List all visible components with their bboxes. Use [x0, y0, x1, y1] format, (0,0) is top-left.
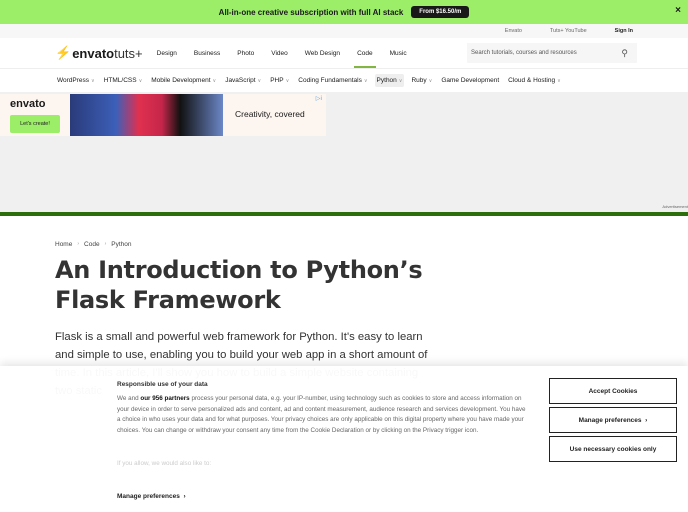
logo-sub: tuts+: [114, 45, 143, 61]
search-input[interactable]: Search tutorials, courses and resources ⚲: [467, 43, 637, 63]
ad-area: envato Let's create! Creativity, covered …: [0, 92, 688, 212]
promo-text: All-in-one creative subscription with fu…: [218, 7, 404, 17]
subnav-label: Python: [376, 77, 397, 84]
subnav-label: Coding Fundamentals: [298, 77, 362, 84]
divider: [0, 212, 688, 216]
crumb-home[interactable]: Home: [55, 241, 72, 248]
subnav-item[interactable]: Cloud & Hosting ∨: [506, 74, 563, 87]
manage-label: Manage preferences: [117, 493, 180, 500]
cookie-title: Responsible use of your data: [117, 381, 208, 388]
sign-in-link[interactable]: Sign In: [615, 28, 633, 34]
chevron-down-icon: ∨: [363, 78, 368, 84]
ad-banner[interactable]: envato Let's create! Creativity, covered …: [0, 94, 326, 136]
main-nav: Design Business Photo Video Web Design C…: [157, 38, 407, 68]
subnav-item[interactable]: Coding Fundamentals ∨: [296, 74, 369, 87]
page-title: An Introduction to Python’s Flask Framew…: [55, 256, 423, 314]
nav-code[interactable]: Code: [354, 38, 376, 68]
subnav-item[interactable]: Python ∨: [374, 74, 405, 87]
chevron-down-icon: ∨: [138, 78, 143, 84]
chevron-down-icon: ∨: [212, 78, 217, 84]
partners-link[interactable]: our 956 partners: [140, 395, 189, 402]
nav-photo[interactable]: Photo: [237, 38, 254, 68]
search-placeholder: Search tutorials, courses and resources: [471, 50, 577, 56]
ad-label: Advertisement: [662, 204, 688, 209]
close-icon[interactable]: ×: [675, 5, 681, 16]
chevron-right-icon: ›: [77, 241, 80, 247]
ad-brand: envato: [10, 98, 46, 110]
manage-preferences-link[interactable]: Manage preferences ›: [117, 493, 186, 500]
crumb-python[interactable]: Python: [111, 241, 131, 248]
subnav-label: WordPress: [57, 77, 90, 84]
ad-cta-button[interactable]: Let's create!: [10, 115, 60, 133]
ad-headline: Creativity, covered: [235, 109, 305, 119]
subnav-label: Ruby: [411, 77, 427, 84]
nav-design[interactable]: Design: [157, 38, 177, 68]
logo[interactable]: ⚡ envato tuts+: [55, 45, 143, 61]
logo-main: envato: [72, 45, 115, 61]
manage-btn-label: Manage preferences: [578, 416, 642, 424]
subnav-item[interactable]: HTML/CSS ∨: [102, 74, 145, 87]
chevron-right-icon: ›: [183, 493, 186, 500]
envato-link[interactable]: Envato: [505, 28, 522, 34]
sub-nav: WordPress ∨ HTML/CSS ∨ Mobile Development ∨ Ja…: [0, 69, 688, 92]
chevron-down-icon: ∨: [91, 78, 95, 84]
subnav-label: Game Development: [441, 77, 500, 84]
subnav-item[interactable]: Game Development: [439, 74, 501, 87]
adchoices-icon[interactable]: ▷ⅰ: [316, 95, 322, 102]
nav-video[interactable]: Video: [271, 38, 288, 68]
subnav-label: HTML/CSS: [103, 77, 137, 84]
chevron-down-icon: ∨: [398, 78, 403, 84]
necessary-cookies-button[interactable]: Use necessary cookies only: [549, 436, 677, 462]
chevron-right-icon: ›: [645, 416, 648, 424]
search-icon[interactable]: ⚲: [621, 48, 628, 59]
cookie-body-pre: We and: [117, 395, 141, 402]
chevron-down-icon: ∨: [428, 78, 433, 84]
subnav-item[interactable]: JavaScript ∨: [223, 74, 263, 87]
ad-image: [70, 94, 223, 136]
subnav-item[interactable]: Ruby ∨: [409, 74, 434, 87]
cookie-body: We and our 956 partners process your per…: [117, 394, 527, 437]
chevron-down-icon: ∨: [257, 78, 262, 84]
crumb-code[interactable]: Code: [84, 241, 100, 248]
subnav-label: Cloud & Hosting: [508, 77, 556, 84]
subnav-label: PHP: [270, 77, 284, 84]
nav-music[interactable]: Music: [390, 38, 407, 68]
chevron-down-icon: ∨: [557, 78, 561, 84]
subnav-item[interactable]: PHP ∨: [268, 74, 291, 87]
cookie-banner: Responsible use of your data We and our …: [0, 366, 688, 512]
nav-business[interactable]: Business: [194, 38, 220, 68]
main-header: ⚡ envato tuts+ Design Business Photo Video…: [0, 38, 688, 69]
accept-cookies-button[interactable]: Accept Cookies: [549, 378, 677, 404]
chevron-right-icon: ›: [104, 241, 107, 247]
youtube-link[interactable]: Tuts+ YouTube: [550, 28, 587, 34]
promo-banner: All-in-one creative subscription with fu…: [0, 0, 688, 24]
manage-preferences-button[interactable]: Manage preferences ›: [549, 407, 677, 433]
bolt-icon: ⚡: [55, 45, 72, 60]
utility-bar: Envato Tuts+ YouTube Sign In: [0, 24, 688, 38]
chevron-down-icon: ∨: [285, 78, 290, 84]
subnav-item[interactable]: Mobile Development ∨: [149, 74, 218, 87]
subnav-label: JavaScript: [225, 77, 256, 84]
cookie-also: If you allow, we would also like to:: [117, 460, 212, 467]
subnav-label: Mobile Development: [151, 77, 211, 84]
subnav-item[interactable]: WordPress ∨: [55, 74, 97, 87]
breadcrumb: Home › Code › Python: [55, 241, 131, 248]
promo-button[interactable]: From $16.50/m: [411, 6, 470, 18]
nav-web-design[interactable]: Web Design: [305, 38, 340, 68]
